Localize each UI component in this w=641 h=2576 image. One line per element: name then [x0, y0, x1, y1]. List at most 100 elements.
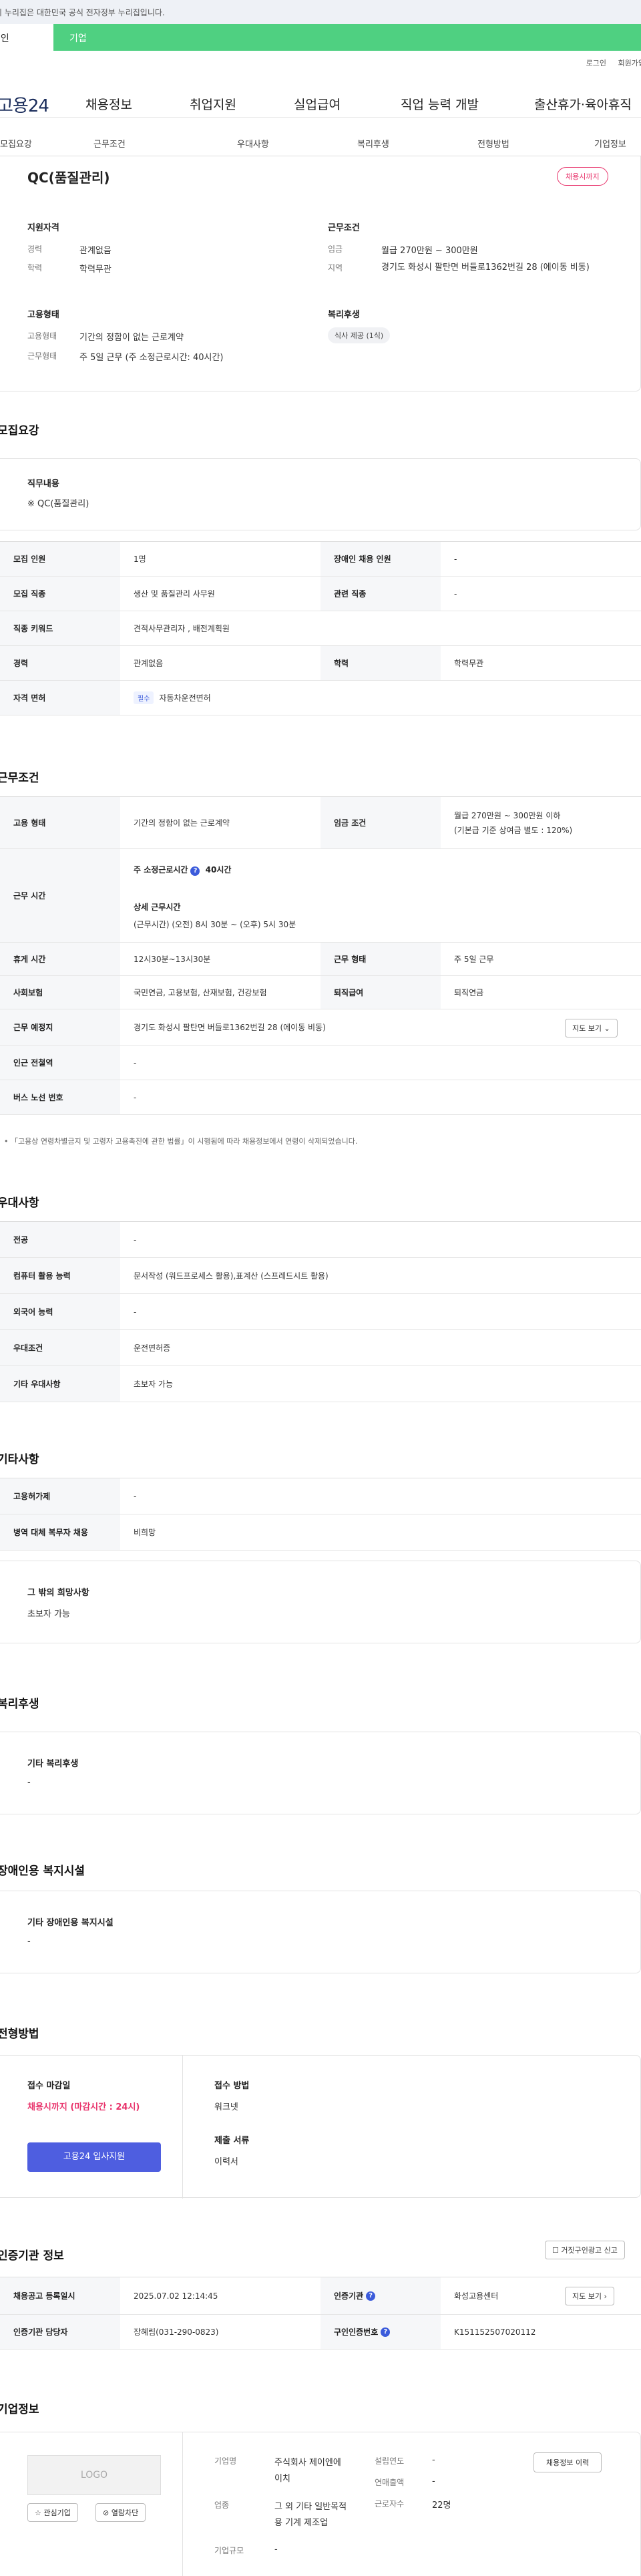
subnav-recruit[interactable]: 모집요강: [0, 137, 32, 150]
hours-title: 주 소정근로시간? 40시간: [134, 865, 232, 876]
block-icon: ⊘: [103, 2509, 110, 2517]
summary-card: QC(품질관리) 채용시까지 지원자격 경력 관계없음 학력 학력무관 고용형태…: [0, 156, 641, 391]
subnav-company[interactable]: 기업정보: [594, 137, 626, 150]
emp-title: 고용형태: [27, 310, 59, 320]
qual-label: 경력: [27, 245, 43, 254]
company-name: 주식회사 제이엔에이치: [274, 2458, 341, 2484]
work-table: 고용 형태 기간의 정함이 없는 근로계약 임금 조건 월급 270만원 ~ 3…: [0, 796, 641, 1115]
table-header: 구인인증번호?: [320, 2315, 441, 2349]
history-button[interactable]: 채용정보 이력: [533, 2452, 602, 2472]
recruit-table: 모집 인원 1명 장애인 채용 인원 - 모집 직종 생산 및 품질관리 사무원…: [0, 541, 641, 715]
table-cell: 초보자 가능: [134, 1380, 174, 1389]
duty-card: 직무내용 ※ QC(품질관리): [0, 458, 641, 530]
wish-card: 그 밖의 희망사항 초보자 가능: [0, 1561, 641, 1643]
block-button[interactable]: ⊘ 열람차단: [95, 2503, 146, 2522]
welfare-title: 기타 복리후생: [27, 1759, 79, 1769]
disabled-text: -: [27, 1937, 31, 1947]
table-header: 인증기관?: [320, 2277, 441, 2314]
emp-label: 고용형태: [27, 331, 57, 341]
process-card: 접수 마감일 채용시까지 (마감시간 : 24시) 고용24 입사지원 접수 방…: [0, 2055, 641, 2199]
table-row: 직종 키워드 견적사무관리자 , 배전계획원: [0, 611, 641, 646]
deadline-label: 접수 마감일: [27, 2081, 71, 2091]
age-notice: • 「고용상 연령차별금지 및 고령자 고용촉진에 관한 법률」이 시행됨에 따…: [4, 1137, 358, 1146]
emp-label: 근무형태: [27, 351, 57, 361]
gnb-item-jobs[interactable]: 채용정보: [85, 95, 132, 113]
table-cell: 운전면허증: [134, 1343, 171, 1353]
divider: [182, 2432, 183, 2576]
table-cell: 주 5일 근무: [454, 955, 494, 964]
table-header: 모집 인원: [0, 542, 120, 576]
subnav-conditions[interactable]: 근무조건: [93, 137, 126, 150]
emp-value: 주 5일 근무 (주 소정근로시간: 40시간): [79, 353, 224, 363]
chevron-right-icon: ›: [604, 2292, 607, 2301]
table-header: 자격 면허: [0, 681, 120, 715]
tab-company[interactable]: 기업: [53, 24, 641, 51]
qual-value: 학력무관: [79, 265, 112, 275]
duty-text: ※ QC(품질관리): [27, 499, 89, 509]
favorite-button[interactable]: ☆ 관심기업: [27, 2503, 78, 2522]
report-button[interactable]: ☐ 거짓구인광고 신고: [545, 2241, 625, 2259]
table-cell: 생산 및 품질관리 사무원: [134, 589, 215, 599]
utility-menu: 로그인 회원가입: [577, 57, 641, 68]
table-header: 우대조건: [0, 1330, 120, 1365]
table-row: 고용 형태 기간의 정함이 없는 근로계약 임금 조건 월급 270만원 ~ 3…: [0, 797, 641, 849]
table-header: 경력: [0, 646, 120, 680]
table-row: 자격 면허 필수 자동차운전면허: [0, 681, 641, 715]
table-header: 병역 대체 복무자 채용: [0, 1514, 120, 1550]
user-type-bar: 개인 기업: [0, 24, 641, 51]
subnav-preference[interactable]: 우대사항: [237, 137, 269, 150]
welfare-heading: 복리후생: [0, 1698, 39, 1711]
table-cell: 관계없음: [134, 659, 164, 668]
table-header: 모집 직종: [0, 577, 120, 611]
company-size: -: [274, 2545, 278, 2555]
company-emp: 22명: [432, 2501, 451, 2511]
company-biz-label: 업종: [214, 2501, 230, 2510]
deadline-badge: 채용시까지: [557, 167, 608, 186]
table-cell: K151152507020112: [454, 2327, 536, 2337]
docs-value: 이력서: [214, 2157, 238, 2167]
table-row: 병역 대체 복무자 채용 비희망: [0, 1514, 641, 1551]
table-cell: 비희망: [134, 1528, 156, 1537]
login-link[interactable]: 로그인: [586, 59, 606, 67]
section-nav: 모집요강 근무조건 우대사항 복리후생 전형방법 기업정보: [0, 127, 641, 156]
gnb-item-parental-leave[interactable]: 출산휴가·육아휴직: [534, 95, 632, 113]
table-row: 고용허가제 -: [0, 1478, 641, 1514]
company-emp-label: 근로자수: [375, 2499, 405, 2509]
table-header: 채용공고 등록일시: [0, 2277, 120, 2314]
table-header: 장애인 채용 인원: [320, 542, 441, 576]
table-cell: 2025.07.02 12:14:45: [134, 2291, 218, 2301]
tab-personal[interactable]: 개인: [0, 24, 53, 51]
table-cell: -: [134, 1307, 137, 1317]
table-header: 관련 직종: [320, 577, 441, 611]
help-icon[interactable]: ?: [190, 866, 200, 876]
job-title: QC(품질관리): [27, 170, 110, 186]
welfare-chip: 식사 제공 (1식): [328, 327, 391, 343]
qual-title: 지원자격: [27, 223, 59, 233]
help-icon[interactable]: ?: [366, 2291, 376, 2301]
help-icon[interactable]: ?: [381, 2327, 391, 2337]
gnb-item-unemployment[interactable]: 실업급여: [294, 95, 341, 113]
table-cell: -: [454, 589, 457, 599]
cond-value: 월급 270만원 ~ 300만원: [381, 246, 478, 256]
etc-table: 고용허가제 - 병역 대체 복무자 채용 비희망: [0, 1478, 641, 1551]
gnb-item-training[interactable]: 직업 능력 개발: [401, 95, 479, 113]
wage-line: 월급 270만원 ~ 300만원 이하: [454, 810, 561, 820]
subnav-process[interactable]: 전형방법: [477, 137, 509, 150]
wish-text: 초보자 가능: [27, 1609, 70, 1619]
subnav-welfare[interactable]: 복리후생: [357, 137, 389, 150]
apply-button[interactable]: 고용24 입사지원: [27, 2142, 161, 2172]
deadline-value: 채용시까지 (마감시간 : 24시): [27, 2102, 140, 2112]
map-button[interactable]: 지도 보기 ›: [565, 2287, 614, 2305]
gnb-item-employment-support[interactable]: 취업지원: [190, 95, 236, 113]
company-heading: 기업정보: [0, 2403, 39, 2416]
signup-link[interactable]: 회원가입: [618, 59, 641, 67]
star-icon: ☆: [35, 2509, 41, 2517]
table-header: 고용 형태: [0, 797, 120, 848]
required-tag: 필수: [134, 691, 154, 704]
wage-bonus: (기본급 기준 상여금 별도 : 120%): [454, 825, 573, 835]
docs-label: 제출 서류: [214, 2136, 250, 2146]
site-logo[interactable]: 고용24: [0, 92, 49, 117]
map-button[interactable]: 지도 보기 ⌄: [565, 1019, 618, 1037]
table-header: 임금 조건: [320, 797, 441, 848]
table-row: 컴퓨터 활용 능력 문서작성 (워드프로세스 활용),표계산 (스프레드시트 활…: [0, 1258, 641, 1294]
